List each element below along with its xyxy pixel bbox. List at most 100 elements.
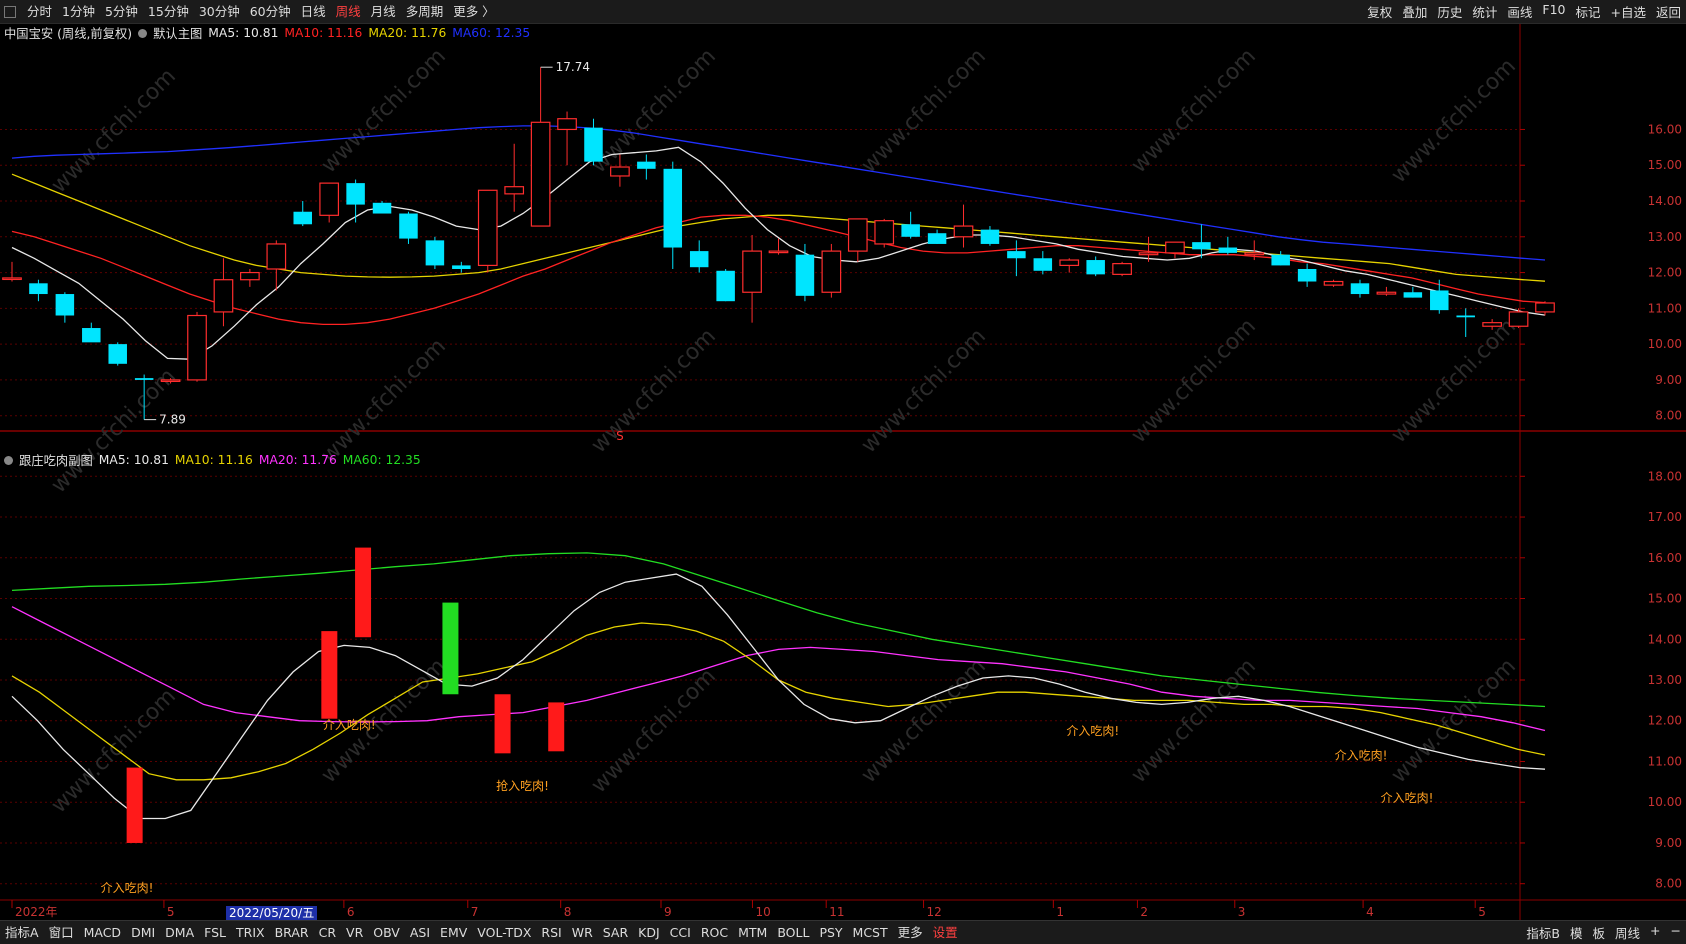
time-label: 9 — [664, 905, 672, 919]
time-label: 1 — [1056, 905, 1064, 919]
time-label: 8 — [564, 905, 572, 919]
history-button[interactable]: 历史 — [1432, 2, 1467, 21]
period-tab-multi[interactable]: 多周期 — [401, 0, 449, 23]
candle-body — [1376, 291, 1397, 295]
indicator-item[interactable]: ROC — [696, 921, 733, 944]
sub-signal-labels: 介入吃肉! 介入吃肉! 抢入吃肉! 介入吃肉! 介入吃肉! 介入吃肉! — [101, 718, 1434, 895]
add-watchlist-button[interactable]: +自选 — [1606, 2, 1651, 21]
indicator-item[interactable]: CCI — [665, 921, 696, 944]
indicator-b-button[interactable]: 指标B — [1521, 923, 1565, 942]
indicator-settings[interactable]: 设置 — [928, 921, 963, 944]
main-chart-name[interactable]: 默认主图 — [153, 24, 202, 42]
sub-ma5-value: MA5: 10.81 — [98, 453, 169, 467]
indicator-item[interactable]: MACD — [79, 921, 126, 944]
signal-bar — [442, 602, 459, 695]
indicator-item[interactable]: MCST — [848, 921, 893, 944]
overlay-button[interactable]: 叠加 — [1397, 2, 1432, 21]
period-tab-15min[interactable]: 15分钟 — [143, 0, 194, 23]
main-axis-label: 8.00 — [1655, 409, 1682, 423]
indicator-item[interactable]: RSI — [536, 921, 566, 944]
sub-ma60-value: MA60: 12.35 — [342, 453, 421, 467]
indicator-item[interactable]: ASI — [405, 921, 435, 944]
signal-label: 抢入吃肉! — [496, 778, 549, 793]
period-tab-5min[interactable]: 5分钟 — [100, 0, 143, 23]
candle-body — [557, 118, 577, 131]
indicator-item[interactable]: VR — [341, 921, 368, 944]
indicator-item[interactable]: SAR — [598, 921, 633, 944]
candle-body — [610, 166, 630, 177]
period-tab-1min[interactable]: 1分钟 — [57, 0, 100, 23]
indicator-item[interactable]: DMI — [126, 921, 160, 944]
indicator-item[interactable]: EMV — [435, 921, 472, 944]
period-tab-daily[interactable]: 日线 — [296, 0, 331, 23]
signal-bar — [548, 702, 565, 752]
window-menu-icon[interactable] — [4, 5, 16, 18]
indicator-item[interactable]: PSY — [814, 921, 847, 944]
period-tab-monthly[interactable]: 月线 — [366, 0, 401, 23]
indicator-item[interactable]: DMA — [160, 921, 199, 944]
candle-body — [108, 344, 127, 364]
period-toolbar: 分时 1分钟 5分钟 15分钟 30分钟 60分钟 日线 周线 月线 多周期 更… — [0, 0, 1686, 24]
candle-body — [716, 270, 735, 302]
period-tab-30min[interactable]: 30分钟 — [194, 0, 245, 23]
period-tab-weekly[interactable]: 周线 — [331, 0, 366, 23]
candle-body — [1482, 322, 1502, 327]
candle-body — [1323, 280, 1344, 286]
watermark-text: www.cfchi.com — [587, 664, 721, 798]
zoom-in-button[interactable]: + — [1645, 923, 1665, 942]
time-label: 10 — [755, 905, 770, 919]
weekly-period-button[interactable]: 周线 — [1610, 923, 1645, 942]
template-button-2[interactable]: 板 — [1588, 923, 1611, 942]
main-chart-legend: 中国宝安 (周线,前复权) 默认主图 MA5: 10.81 MA10: 11.1… — [4, 25, 536, 41]
period-tab-fenshi[interactable]: 分时 — [22, 0, 57, 23]
watermark-text: www.cfchi.com — [1387, 314, 1521, 448]
signal-bar — [126, 767, 143, 843]
draw-line-button[interactable]: 画线 — [1502, 2, 1537, 21]
candle-body — [1456, 315, 1475, 318]
f10-button[interactable]: F10 — [1537, 2, 1570, 21]
template-button[interactable]: 模 — [1565, 923, 1588, 942]
statistics-button[interactable]: 统计 — [1467, 2, 1502, 21]
indicator-item[interactable]: VOL-TDX — [472, 921, 536, 944]
indicator-more[interactable]: 更多 — [893, 921, 928, 944]
restore-right-button[interactable]: 复权 — [1362, 2, 1397, 21]
indicator-item[interactable]: CR — [314, 921, 341, 944]
candle-body — [293, 211, 312, 225]
main-axis-label: 16.00 — [1648, 122, 1682, 136]
candle-body — [346, 183, 365, 205]
chart-area[interactable]: www.cfchi.com www.cfchi.com www.cfchi.com w… — [0, 24, 1686, 920]
mark-button[interactable]: 标记 — [1570, 2, 1605, 21]
indicator-item[interactable]: OBV — [368, 921, 405, 944]
candle-body — [372, 202, 392, 214]
main-axis-label: 11.00 — [1648, 301, 1682, 315]
indicator-item[interactable]: KDJ — [633, 921, 665, 944]
indicator-item[interactable]: BRAR — [270, 921, 314, 944]
main-ma20-value: MA20: 11.76 — [368, 26, 447, 40]
sub-chart-name[interactable]: 跟庄吃肉副图 — [19, 451, 93, 469]
candle-body — [980, 229, 1000, 244]
indicator-item[interactable]: 指标A — [0, 921, 44, 944]
indicator-item[interactable]: WR — [567, 921, 598, 944]
signal-label: 介入吃肉! — [101, 881, 154, 895]
period-tab-more[interactable]: 更多 〉 — [448, 0, 499, 23]
indicator-item[interactable]: FSL — [199, 921, 231, 944]
candle-body — [1403, 292, 1423, 298]
main-ma60-value: MA60: 12.35 — [452, 26, 531, 40]
indicator-item[interactable]: BOLL — [772, 921, 814, 944]
candle-body — [1059, 259, 1080, 267]
candle-body — [847, 218, 868, 252]
back-button[interactable]: 返回 — [1651, 2, 1686, 21]
signal-bar — [321, 631, 338, 719]
sub-settings-dot-icon[interactable] — [4, 455, 13, 465]
time-label: 11 — [829, 905, 844, 919]
indicator-item[interactable]: MTM — [733, 921, 772, 944]
main-axis-label: 12.00 — [1648, 266, 1682, 280]
candle-body — [266, 243, 287, 270]
period-tab-60min[interactable]: 60分钟 — [245, 0, 296, 23]
indicator-item[interactable]: TRIX — [231, 921, 270, 944]
zoom-out-button[interactable]: − — [1666, 923, 1686, 942]
settings-dot-icon[interactable] — [138, 28, 148, 38]
indicator-item[interactable]: 窗口 — [44, 921, 79, 944]
sub-axis-label: 12.00 — [1648, 714, 1682, 728]
low-label: 7.89 — [159, 413, 186, 427]
